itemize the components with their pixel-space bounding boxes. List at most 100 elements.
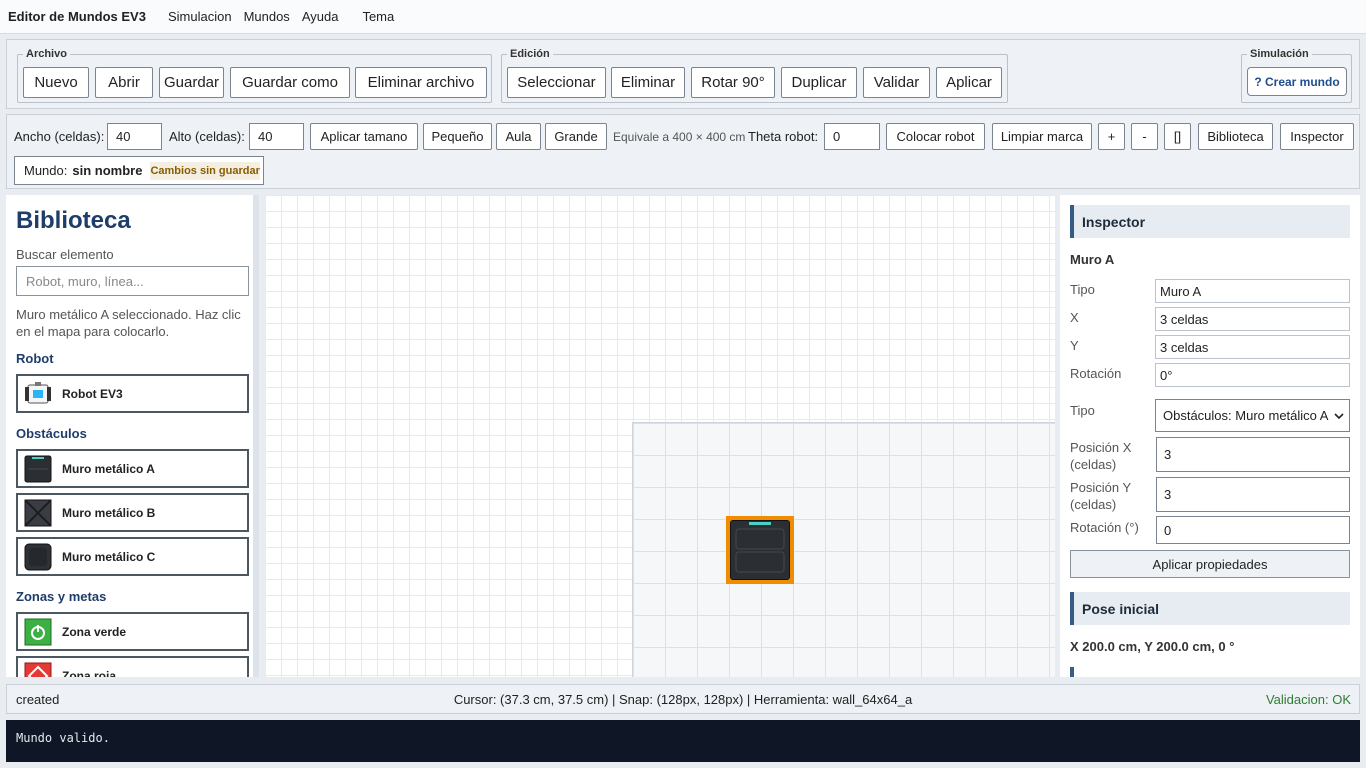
tipo-label: Tipo — [1070, 282, 1095, 297]
y-label: Y — [1070, 338, 1079, 353]
theta-input[interactable]: 0 — [824, 123, 880, 150]
validation-status: Validacion: OK — [1265, 692, 1351, 707]
rotdeg-label: Rotación (°) — [1070, 520, 1139, 535]
theta-label: Theta robot: — [748, 129, 819, 144]
limpiar-marca-button[interactable]: Limpiar marca — [992, 123, 1092, 150]
x-value: 3 celdas — [1155, 307, 1350, 331]
fit-view-button[interactable]: [] — [1164, 123, 1191, 150]
unsaved-badge: Cambios sin guardar — [150, 161, 260, 180]
menu-simulacion[interactable]: Simulacion — [168, 9, 232, 24]
main-toolbar: Archivo Nuevo Abrir Guardar Guardar como… — [6, 39, 1360, 109]
tipo-value: Muro A — [1155, 279, 1350, 303]
size-toolbar: Ancho (celdas): 40 Alto (celdas): 40 Apl… — [6, 114, 1360, 189]
pequeno-button[interactable]: Pequeño — [423, 123, 492, 150]
metal-wall-c-icon — [24, 543, 52, 571]
library-panel: Biblioteca Buscar elemento Robot, muro, … — [6, 195, 259, 677]
status-cursor: Cursor: (37.3 cm, 37.5 cm) | Snap: (128p… — [453, 692, 913, 707]
ancho-input[interactable]: 40 — [107, 123, 162, 150]
menu-bar: Editor de Mundos EV3 Simulacion Mundos A… — [0, 0, 1366, 34]
aplicar-tamano-button[interactable]: Aplicar tamano — [310, 123, 418, 150]
x-label: X — [1070, 310, 1079, 325]
section-robot: Robot — [16, 351, 54, 366]
rotdeg-input[interactable]: 0 — [1156, 516, 1350, 544]
library-title: Biblioteca — [16, 207, 131, 234]
zoom-out-button[interactable]: - — [1131, 123, 1158, 150]
world-label: Mundo: — [24, 163, 68, 178]
inspector-toggle-button[interactable]: Inspector — [1280, 123, 1354, 150]
grande-button[interactable]: Grande — [545, 123, 607, 150]
y-value: 3 celdas — [1155, 335, 1350, 359]
colocar-robot-button[interactable]: Colocar robot — [886, 123, 985, 150]
nuevo-button[interactable]: Nuevo — [23, 67, 89, 98]
alto-input[interactable]: 40 — [249, 123, 304, 150]
library-item-label: Zona roja — [62, 668, 117, 678]
library-item-zona-verde[interactable]: Zona verde — [16, 612, 249, 651]
tipo-select-value: Obstáculos: Muro metálico A — [1163, 408, 1329, 423]
library-scrollbar[interactable] — [253, 195, 259, 677]
search-input[interactable]: Robot, muro, línea... — [16, 266, 249, 296]
app-title: Editor de Mundos EV3 — [8, 9, 146, 24]
library-item-label: Muro metálico A — [62, 461, 155, 476]
robot-ev3-icon — [24, 380, 52, 408]
map-canvas[interactable] — [265, 195, 1055, 677]
eliminar-archivo-button[interactable]: Eliminar archivo — [355, 67, 487, 98]
library-item-label: Muro metálico B — [62, 505, 156, 520]
tipo-select[interactable]: Obstáculos: Muro metálico A — [1155, 399, 1350, 432]
crear-mundo-button[interactable]: ? Crear mundo — [1247, 67, 1347, 96]
search-label: Buscar elemento — [16, 247, 114, 262]
library-item-muro-a[interactable]: Muro metálico A — [16, 449, 249, 488]
inspector-title: Inspector — [1070, 205, 1350, 238]
biblioteca-toggle-button[interactable]: Biblioteca — [1198, 123, 1273, 150]
posx-label: Posición X (celdas) — [1070, 440, 1132, 472]
rotar-button[interactable]: Rotar 90° — [691, 67, 775, 98]
guardar-button[interactable]: Guardar — [159, 67, 224, 98]
archivo-legend: Archivo — [26, 48, 67, 60]
menu-mundos[interactable]: Mundos — [244, 9, 290, 24]
aula-button[interactable]: Aula — [496, 123, 541, 150]
ancho-label: Ancho (celdas): — [14, 129, 105, 144]
alto-label: Alto (celdas): — [169, 129, 245, 144]
metal-wall-b-icon — [24, 499, 52, 527]
zoom-in-button[interactable]: + — [1098, 123, 1125, 150]
selection-message: Muro metálico A seleccionado. Haz clic e… — [16, 307, 241, 339]
next-section-marker — [1070, 667, 1074, 677]
pose-title: Pose inicial — [1070, 592, 1350, 625]
library-item-zona-roja[interactable]: Zona roja — [16, 656, 249, 677]
library-item-label: Muro metálico C — [62, 549, 156, 564]
pose-value: X 200.0 cm, Y 200.0 cm, 0 ° — [1070, 639, 1235, 654]
world-area — [632, 422, 1055, 677]
metal-wall-a-icon — [24, 455, 52, 483]
validar-button[interactable]: Validar — [863, 67, 930, 98]
library-item-muro-b[interactable]: Muro metálico B — [16, 493, 249, 532]
seleccionar-button[interactable]: Seleccionar — [507, 67, 606, 98]
world-name: sin nombre — [72, 163, 143, 178]
section-obstaculos: Obstáculos — [16, 426, 87, 441]
chevron-down-icon — [1334, 408, 1344, 423]
library-item-muro-c[interactable]: Muro metálico C — [16, 537, 249, 576]
posy-label: Posición Y (celdas) — [1070, 480, 1131, 512]
inspector-selected-name: Muro A — [1070, 252, 1115, 267]
console-text: Mundo valido. — [16, 731, 110, 745]
menu-ayuda[interactable]: Ayuda — [302, 9, 339, 24]
library-item-robot-ev3[interactable]: Robot EV3 — [16, 374, 249, 413]
duplicar-button[interactable]: Duplicar — [781, 67, 857, 98]
edicion-legend: Edición — [510, 48, 550, 60]
library-item-label: Zona verde — [62, 624, 127, 639]
metal-wall-icon — [730, 520, 790, 580]
console-output: Mundo valido. — [6, 720, 1360, 762]
inspector-panel: Inspector Muro A Tipo Muro A X 3 celdas … — [1060, 195, 1360, 677]
posx-input[interactable]: 3 — [1156, 437, 1350, 472]
eliminar-button[interactable]: Eliminar — [611, 67, 685, 98]
guardar-como-button[interactable]: Guardar como — [230, 67, 350, 98]
aplicar-button[interactable]: Aplicar — [936, 67, 1002, 98]
selected-wall[interactable] — [726, 516, 794, 584]
aplicar-propiedades-button[interactable]: Aplicar propiedades — [1070, 550, 1350, 578]
world-status: Mundo: sin nombre Cambios sin guardar — [14, 156, 264, 185]
section-zonas: Zonas y metas — [16, 589, 107, 604]
green-zone-icon — [24, 618, 52, 646]
library-item-label: Robot EV3 — [62, 386, 123, 401]
red-zone-icon — [24, 662, 52, 677]
abrir-button[interactable]: Abrir — [95, 67, 153, 98]
menu-tema[interactable]: Tema — [362, 9, 394, 24]
posy-input[interactable]: 3 — [1156, 477, 1350, 512]
